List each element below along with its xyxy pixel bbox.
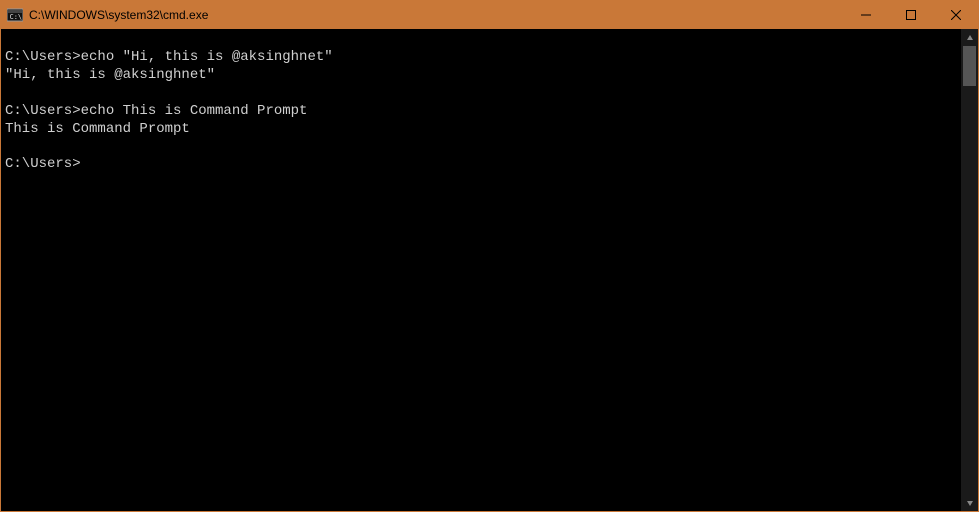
content-area: C:\Users>echo "Hi, this is @aksinghnet" … [1,29,978,511]
cmd-icon: C:\ [7,7,23,23]
maximize-button[interactable] [888,1,933,29]
cmd-window: C:\ C:\WINDOWS\system32\cmd.exe C:\Users… [0,0,979,512]
window-controls [843,1,978,29]
scroll-thumb[interactable] [963,46,976,86]
scroll-down-button[interactable] [961,494,978,511]
scroll-up-button[interactable] [961,29,978,46]
close-button[interactable] [933,1,978,29]
terminal-output[interactable]: C:\Users>echo "Hi, this is @aksinghnet" … [1,29,961,511]
svg-text:C:\: C:\ [10,13,23,21]
titlebar[interactable]: C:\ C:\WINDOWS\system32\cmd.exe [1,1,978,29]
scroll-track[interactable] [961,46,978,494]
vertical-scrollbar[interactable] [961,29,978,511]
minimize-button[interactable] [843,1,888,29]
window-title: C:\WINDOWS\system32\cmd.exe [29,8,843,22]
